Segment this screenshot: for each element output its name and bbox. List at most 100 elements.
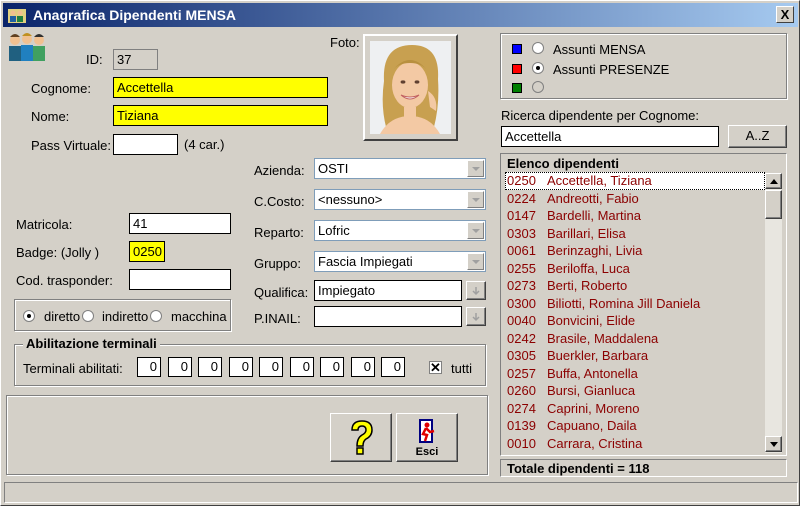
photo-frame[interactable] <box>363 34 458 141</box>
cognome-input[interactable]: Accettella <box>113 77 328 98</box>
qualifica-input[interactable]: Impiegato <box>314 280 462 301</box>
presenze-color-square <box>512 64 522 74</box>
list-item[interactable]: 0250 Accettella, Tiziana <box>505 172 765 190</box>
employees-icon <box>9 33 45 61</box>
nome-input[interactable]: Tiziana <box>113 105 328 126</box>
cognome-label: Cognome: <box>31 81 91 96</box>
list-item[interactable]: 0242 Brasile, Maddalena <box>505 330 765 348</box>
trasponder-label: Cod. trasponder: <box>16 273 113 288</box>
terminale-field-4[interactable]: 0 <box>229 357 253 377</box>
employee-code: 0255 <box>507 260 536 276</box>
az-sort-button[interactable]: A..Z <box>728 125 787 148</box>
chevron-down-icon[interactable] <box>467 191 484 208</box>
terminale-field-6[interactable]: 0 <box>290 357 314 377</box>
list-item[interactable]: 0010 Carrara, Cristina <box>505 435 765 453</box>
employee-code: 0242 <box>507 330 536 346</box>
employee-code: 0260 <box>507 383 536 398</box>
id-label: ID: <box>86 52 103 67</box>
employee-name: Bursi, Gianluca <box>547 383 636 398</box>
list-item[interactable]: 0274 Caprini, Moreno <box>505 400 765 418</box>
radio-diretto[interactable] <box>23 310 35 322</box>
chevron-down-icon[interactable] <box>467 160 484 177</box>
list-item[interactable]: 0257 Buffa, Antonella <box>505 365 765 383</box>
list-item[interactable]: 0300 Biliotti, Romina Jill Daniela <box>505 295 765 313</box>
azienda-select[interactable]: OSTI <box>314 158 486 179</box>
employee-name: Beriloffa, Luca <box>547 260 630 276</box>
esci-button[interactable]: Esci <box>396 413 458 462</box>
employee-code: 0305 <box>507 348 536 363</box>
list-item[interactable]: 0305 Buerkler, Barbara <box>505 347 765 365</box>
list-item[interactable]: 0255 Beriloffa, Luca <box>505 260 765 278</box>
radio-macchina[interactable] <box>150 310 162 322</box>
status-bar <box>4 482 798 503</box>
employee-name: Buerkler, Barbara <box>547 348 649 363</box>
radio-assunti-mensa[interactable] <box>532 42 544 54</box>
list-item[interactable]: 0260 Bursi, Gianluca <box>505 382 765 400</box>
foto-label: Foto: <box>330 35 360 50</box>
badge-input[interactable]: 0250 <box>129 241 165 262</box>
terminale-field-3[interactable]: 0 <box>198 357 222 377</box>
chevron-down-icon[interactable] <box>467 222 484 239</box>
tutti-checkbox[interactable]: ✕ <box>429 361 442 374</box>
scroll-down-button[interactable] <box>765 436 782 452</box>
assunti-presenze-label: Assunti PRESENZE <box>553 62 670 77</box>
scroll-up-button[interactable] <box>765 173 782 189</box>
employee-code: 0274 <box>507 400 536 416</box>
radio-indiretto-label: indiretto <box>102 309 149 324</box>
app-people-icon <box>8 9 26 23</box>
radio-assunti-presenze[interactable] <box>532 62 544 74</box>
list-item[interactable]: 0224 Andreotti, Fabio <box>505 190 765 208</box>
scroll-thumb[interactable] <box>765 190 782 219</box>
list-item[interactable]: 0147 Bardelli, Martina <box>505 207 765 225</box>
radio-indiretto[interactable] <box>82 310 94 322</box>
pinail-lookup-button[interactable] <box>466 307 486 326</box>
reparto-select[interactable]: Lofric <box>314 220 486 241</box>
employee-name: Buffa, Antonella <box>547 365 638 381</box>
terminale-field-2[interactable]: 0 <box>168 357 192 377</box>
pass-virtuale-input[interactable] <box>113 134 178 155</box>
list-item[interactable]: 0303 Barillari, Elisa <box>505 225 765 243</box>
terminali-title: Abilitazione terminali <box>23 336 160 351</box>
terminale-field-9[interactable]: 0 <box>381 357 405 377</box>
help-button[interactable] <box>330 413 392 462</box>
nome-label: Nome: <box>31 109 70 124</box>
gruppo-select[interactable]: Fascia Impiegati <box>314 251 486 272</box>
terminale-field-8[interactable]: 0 <box>351 357 375 377</box>
exit-door-icon <box>419 419 435 443</box>
employee-name: Andreotti, Fabio <box>547 190 639 206</box>
matricola-input[interactable]: 41 <box>129 213 231 234</box>
chevron-down-icon[interactable] <box>467 253 484 270</box>
qualifica-lookup-button[interactable] <box>466 281 486 300</box>
window-title: Anagrafica Dipendenti MENSA <box>33 7 237 23</box>
reparto-label: Reparto: <box>254 225 304 240</box>
employee-code: 0010 <box>507 435 536 451</box>
terminale-field-7[interactable]: 0 <box>320 357 344 377</box>
list-item[interactable]: 0040 Bonvicini, Elide <box>505 312 765 330</box>
trasponder-input[interactable] <box>129 269 231 290</box>
employee-code: 0273 <box>507 278 536 293</box>
main-window: Anagrafica Dipendenti MENSA X ID: 37 Fot… <box>0 0 800 506</box>
azienda-value: OSTI <box>318 161 349 176</box>
employee-name: Bardelli, Martina <box>547 208 641 223</box>
list-scrollbar[interactable] <box>765 173 782 453</box>
list-item[interactable]: 0139 Capuano, Daila <box>505 417 765 435</box>
esci-label: Esci <box>415 446 439 458</box>
list-item[interactable]: 0273 Berti, Roberto <box>505 277 765 295</box>
list-item[interactable]: 0061 Berinzaghi, Livia <box>505 242 765 260</box>
search-input[interactable]: Accettella <box>501 126 719 147</box>
employee-code: 0257 <box>507 365 536 381</box>
ccosto-select[interactable]: <nessuno> <box>314 189 486 210</box>
close-button[interactable]: X <box>776 6 794 23</box>
terminale-field-5[interactable]: 0 <box>259 357 283 377</box>
mensa-color-square <box>512 44 522 54</box>
radio-third-option[interactable] <box>532 81 544 93</box>
employee-name: Berinzaghi, Livia <box>547 243 643 258</box>
employee-list[interactable]: 0250 Accettella, Tiziana 0224 Andreotti, Fa… <box>505 172 765 452</box>
search-label: Ricerca dipendente per Cognome: <box>501 108 700 123</box>
pass-hint: (4 car.) <box>184 137 225 152</box>
employee-code: 0061 <box>507 243 536 258</box>
employee-name: Berti, Roberto <box>547 278 628 293</box>
terminale-field-1[interactable]: 0 <box>137 357 161 377</box>
pinail-input[interactable] <box>314 306 462 327</box>
employee-code: 0300 <box>507 295 536 311</box>
